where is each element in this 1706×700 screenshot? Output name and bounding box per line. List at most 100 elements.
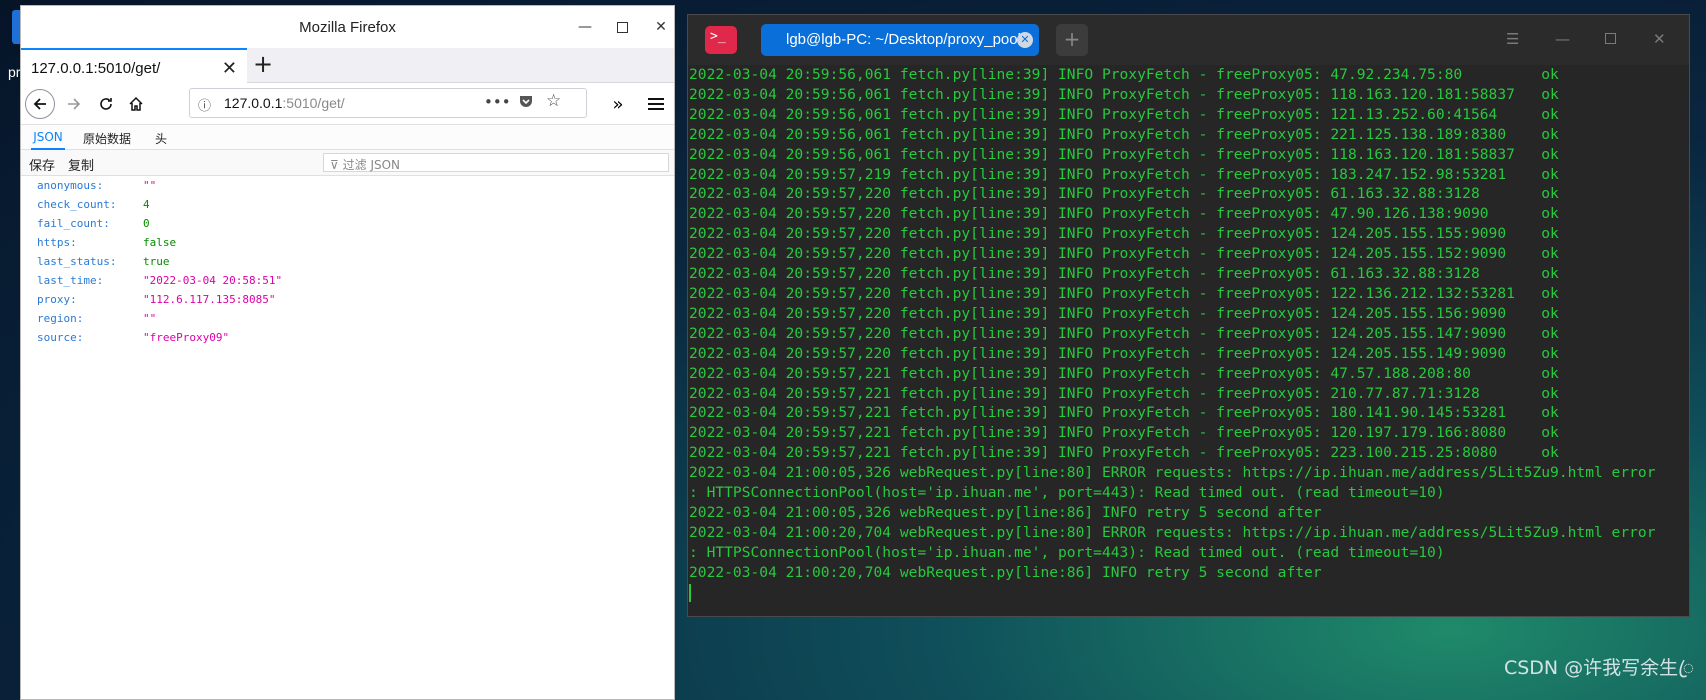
json-key: proxy: — [37, 293, 77, 306]
filter-icon: ⊽ — [330, 158, 339, 172]
json-key: https: — [37, 236, 77, 249]
bookmark-star-icon[interactable]: ☆ — [546, 91, 561, 111]
firefox-titlebar[interactable]: Mozilla Firefox — ✕ — [21, 6, 674, 48]
terminal-line: : HTTPSConnectionPool(host='ip.ihuan.me'… — [689, 543, 1445, 561]
terminal-line: 2022-03-04 20:59:57,220 fetch.py[line:39… — [689, 245, 1559, 263]
terminal-line: 2022-03-04 20:59:57,220 fetch.py[line:39… — [689, 344, 1559, 362]
navigation-toolbar: ⓘ 127.0.0.1:5010/get/ ••• ☆ » — [21, 83, 674, 125]
filter-json-input[interactable]: ⊽ 过滤 JSON — [323, 153, 669, 172]
terminal-line: 2022-03-04 20:59:57,221 fetch.py[line:39… — [689, 404, 1559, 422]
url-path: :5010/get/ — [282, 95, 345, 111]
url-bar[interactable]: ⓘ 127.0.0.1:5010/get/ ••• ☆ — [189, 88, 587, 118]
json-row[interactable]: region: "" — [37, 312, 674, 331]
json-key: fail_count: — [37, 217, 110, 230]
terminal-line: 2022-03-04 20:59:57,221 fetch.py[line:39… — [689, 384, 1559, 402]
copy-button[interactable]: 复制 — [68, 155, 94, 174]
firefox-window: Mozilla Firefox — ✕ 127.0.0.1:5010/get/ … — [20, 5, 675, 700]
url-host: 127.0.0.1 — [224, 95, 283, 111]
pocket-icon[interactable] — [518, 93, 534, 113]
terminal-line: 2022-03-04 20:59:57,221 fetch.py[line:39… — [689, 424, 1559, 442]
json-key: anonymous: — [37, 179, 104, 192]
terminal-line: 2022-03-04 20:59:57,220 fetch.py[line:39… — [689, 185, 1559, 203]
terminal-line: 2022-03-04 20:59:57,220 fetch.py[line:39… — [689, 225, 1559, 243]
close-icon[interactable]: ✕ — [650, 16, 672, 38]
terminal-menu-icon[interactable]: ☰ — [1506, 30, 1519, 48]
terminal-line: 2022-03-04 20:59:57,221 fetch.py[line:39… — [689, 444, 1559, 462]
json-value: false — [143, 236, 177, 249]
home-icon[interactable] — [121, 89, 151, 119]
terminal-line: 2022-03-04 20:59:56,061 fetch.py[line:39… — [689, 85, 1559, 103]
tab-active[interactable]: 127.0.0.1:5010/get/ ✕ — [21, 48, 247, 84]
terminal-line: 2022-03-04 20:59:56,061 fetch.py[line:39… — [689, 145, 1559, 163]
forward-icon[interactable] — [59, 89, 89, 119]
json-value: "" — [143, 179, 157, 192]
reload-icon[interactable] — [91, 89, 121, 119]
terminal-line: 2022-03-04 21:00:20,704 webRequest.py[li… — [689, 563, 1322, 581]
terminal-tab[interactable]: lgb@lgb-PC: ~/Desktop/proxy_pool ✕ — [761, 24, 1039, 56]
json-tree: anonymous: "" check_count: 4 fail_count: 0 htt… — [21, 176, 674, 350]
overflow-chevron-icon[interactable]: » — [603, 89, 633, 119]
json-value: "" — [143, 312, 157, 325]
terminal-window: >_ lgb@lgb-PC: ~/Desktop/proxy_pool ✕ + … — [687, 14, 1690, 617]
terminal-line: : HTTPSConnectionPool(host='ip.ihuan.me'… — [689, 484, 1445, 502]
maximize-icon[interactable] — [611, 16, 633, 38]
tab-json[interactable]: JSON — [31, 125, 65, 150]
terminal-tab-close-icon[interactable]: ✕ — [1017, 32, 1033, 48]
json-key: last_status: — [37, 255, 117, 268]
url-text: 127.0.0.1:5010/get/ — [224, 95, 345, 111]
page-actions-icon[interactable]: ••• — [484, 93, 511, 111]
json-row[interactable]: https: false — [37, 236, 674, 255]
json-row[interactable]: check_count: 4 — [37, 198, 674, 217]
json-key: last_time: — [37, 274, 104, 287]
json-value: "112.6.117.135:8085" — [143, 293, 276, 306]
tab-strip: 127.0.0.1:5010/get/ ✕ + — [21, 48, 674, 84]
terminal-line: 2022-03-04 20:59:57,220 fetch.py[line:39… — [689, 205, 1559, 223]
json-toolbar: 保存 复制 ⊽ 过滤 JSON — [21, 150, 674, 176]
tab-headers[interactable]: 头 — [155, 125, 167, 150]
terminal-line: 2022-03-04 20:59:56,061 fetch.py[line:39… — [689, 66, 1559, 83]
json-row[interactable]: fail_count: 0 — [37, 217, 674, 236]
terminal-line: 2022-03-04 21:00:05,326 webRequest.py[li… — [689, 464, 1656, 482]
json-value: true — [143, 255, 170, 268]
json-value: 4 — [143, 198, 150, 211]
terminal-line: 2022-03-04 20:59:57,220 fetch.py[line:39… — [689, 265, 1559, 283]
tab-close-icon[interactable]: ✕ — [222, 58, 237, 79]
terminal-tab-title: lgb@lgb-PC: ~/Desktop/proxy_pool — [786, 31, 1021, 48]
json-row[interactable]: anonymous: "" — [37, 179, 674, 198]
hamburger-menu-icon[interactable] — [641, 89, 671, 119]
info-icon[interactable]: ⓘ — [198, 95, 211, 114]
watermark: CSDN @许我写余生ꦿ — [1503, 657, 1694, 679]
terminal-minimize-icon[interactable]: — — [1555, 30, 1570, 48]
tab-title: 127.0.0.1:5010/get/ — [31, 60, 161, 77]
save-button[interactable]: 保存 — [29, 155, 55, 174]
new-terminal-tab-icon[interactable]: + — [1056, 24, 1088, 56]
terminal-line: 2022-03-04 21:00:05,326 webRequest.py[li… — [689, 503, 1322, 521]
tab-raw-data[interactable]: 原始数据 — [83, 125, 131, 150]
terminal-line: 2022-03-04 20:59:56,061 fetch.py[line:39… — [689, 105, 1559, 123]
json-key: source: — [37, 331, 84, 344]
json-viewer-tabs: JSON 原始数据 头 — [21, 125, 674, 150]
json-row[interactable]: source: "freeProxy09" — [37, 331, 674, 350]
terminal-line: 2022-03-04 20:59:57,220 fetch.py[line:39… — [689, 284, 1559, 302]
terminal-close-icon[interactable]: ✕ — [1653, 30, 1666, 48]
terminal-line: 2022-03-04 21:00:20,704 webRequest.py[li… — [689, 523, 1656, 541]
terminal-maximize-icon[interactable] — [1605, 30, 1616, 48]
terminal-line: 2022-03-04 20:59:57,219 fetch.py[line:39… — [689, 165, 1559, 183]
terminal-app-icon[interactable]: >_ — [705, 26, 737, 54]
json-value: "freeProxy09" — [143, 331, 230, 344]
json-key: region: — [37, 312, 84, 325]
terminal-line: 2022-03-04 20:59:57,221 fetch.py[line:39… — [689, 364, 1559, 382]
terminal-titlebar[interactable]: >_ lgb@lgb-PC: ~/Desktop/proxy_pool ✕ + … — [688, 15, 1689, 65]
new-tab-icon[interactable]: + — [253, 50, 273, 78]
terminal-cursor — [689, 583, 691, 602]
json-row[interactable]: last_time: "2022-03-04 20:58:51" — [37, 274, 674, 293]
back-icon[interactable] — [25, 89, 55, 119]
minimize-icon[interactable]: — — [574, 16, 596, 38]
json-row[interactable]: last_status: true — [37, 255, 674, 274]
json-value: 0 — [143, 217, 150, 230]
json-row[interactable]: proxy: "112.6.117.135:8085" — [37, 293, 674, 312]
terminal-output[interactable]: 2022-03-04 20:59:56,061 fetch.py[line:39… — [688, 65, 1689, 602]
desktop-icon-label: pr — [8, 64, 21, 80]
filter-placeholder: 过滤 JSON — [342, 158, 401, 172]
terminal-line: 2022-03-04 20:59:57,220 fetch.py[line:39… — [689, 304, 1559, 322]
